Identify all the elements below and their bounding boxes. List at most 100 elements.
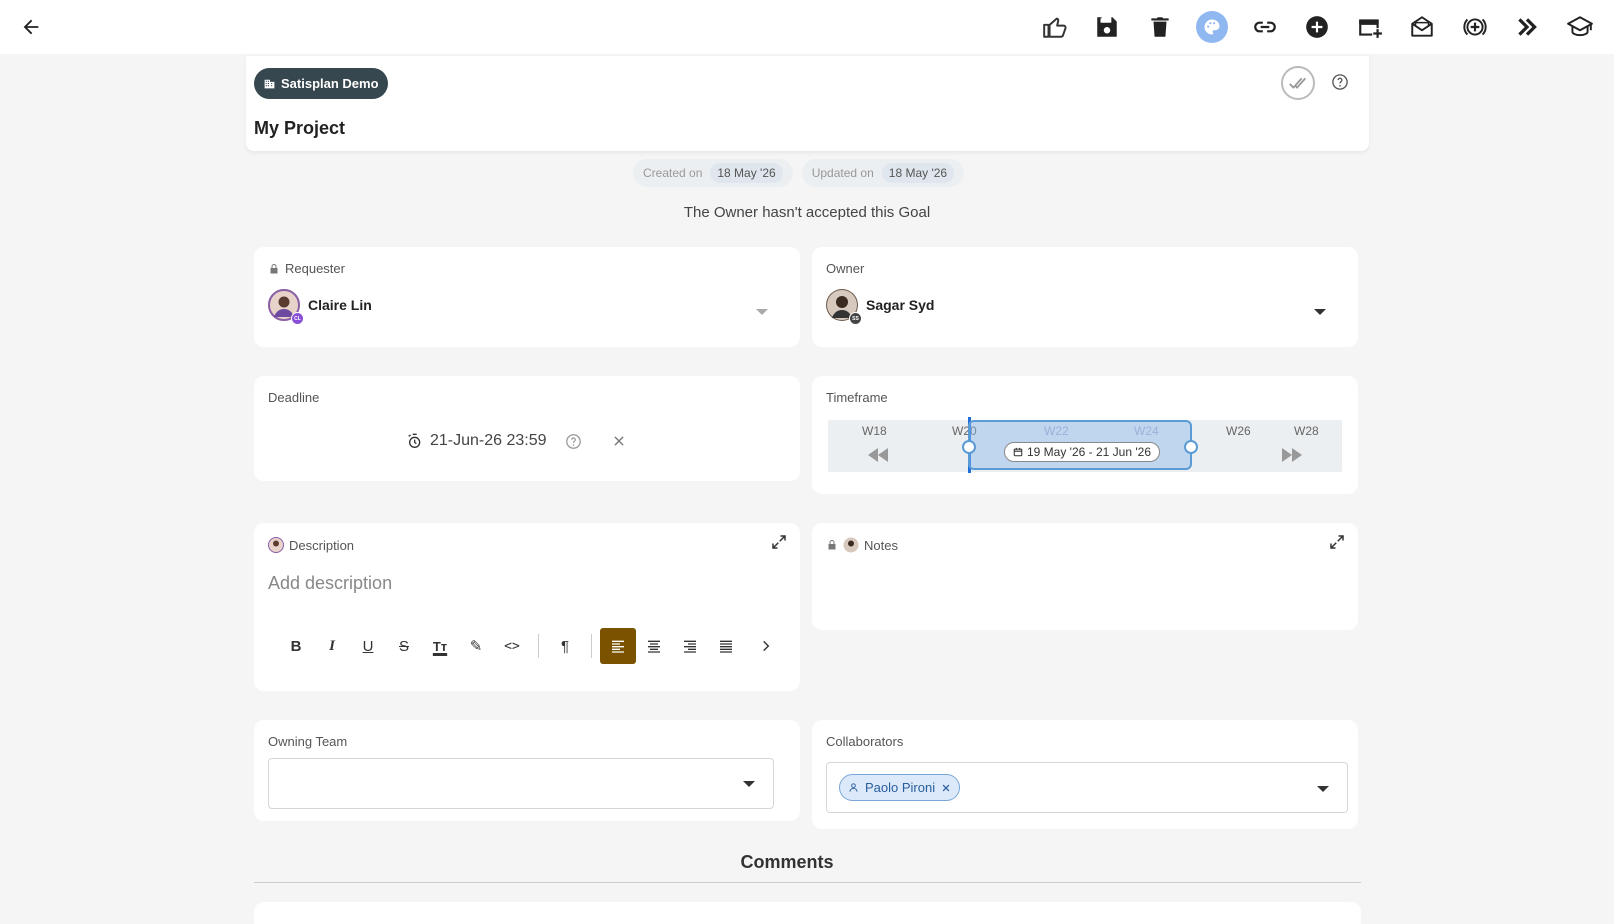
top-toolbar xyxy=(0,0,1614,54)
bold-button[interactable]: B xyxy=(278,628,314,664)
toolbar-divider xyxy=(591,634,592,658)
align-justify-icon xyxy=(720,640,732,653)
palette-icon[interactable] xyxy=(1186,8,1239,46)
owning-team-select[interactable] xyxy=(268,758,774,809)
code-button[interactable]: <> xyxy=(494,628,530,664)
paragraph-button[interactable]: ¶ xyxy=(547,628,583,664)
toolbar-divider xyxy=(538,634,539,658)
requester-label-row: Requester xyxy=(268,261,345,276)
link-icon[interactable] xyxy=(1239,8,1292,46)
organization-name: Satisplan Demo xyxy=(281,76,379,91)
week-label: W26 xyxy=(1226,424,1251,438)
timeframe-label: Timeframe xyxy=(826,390,888,405)
align-center-icon xyxy=(648,640,660,653)
description-card: Description Add description B I U S Tт ✎… xyxy=(254,523,800,691)
notes-card: Notes xyxy=(812,523,1358,630)
text-format-button[interactable]: Tт xyxy=(422,628,458,664)
avatar xyxy=(843,537,859,553)
goal-header-card: Satisplan Demo My Project xyxy=(246,56,1369,151)
requester-label: Requester xyxy=(285,261,345,276)
mail-open-icon[interactable] xyxy=(1396,8,1449,46)
expand-icon[interactable] xyxy=(1328,533,1346,551)
owner-select[interactable]: SS Sagar Syd xyxy=(826,289,935,325)
requester-name: Claire Lin xyxy=(308,297,372,313)
italic-button[interactable]: I xyxy=(314,628,350,664)
organization-chip[interactable]: Satisplan Demo xyxy=(254,68,388,99)
description-label: Description xyxy=(289,537,355,553)
align-left-icon xyxy=(612,640,624,653)
owner-initials-badge: SS xyxy=(849,312,862,325)
avatar: SS xyxy=(826,289,862,325)
chevron-down-icon[interactable] xyxy=(1317,786,1329,792)
strikethrough-button[interactable]: S xyxy=(386,628,422,664)
collaborator-chip[interactable]: Paolo Pironi xyxy=(839,774,961,801)
add-card-icon[interactable] xyxy=(1344,8,1397,46)
more-tools-button[interactable] xyxy=(748,628,784,664)
thumbs-up-icon[interactable] xyxy=(1029,8,1082,46)
save-icon[interactable] xyxy=(1081,8,1134,46)
rewind-icon[interactable] xyxy=(866,448,890,462)
comments-divider xyxy=(254,882,1361,883)
rich-text-toolbar: B I U S Tт ✎ <> ¶ xyxy=(278,628,784,664)
range-start-handle[interactable] xyxy=(962,440,976,454)
close-icon[interactable] xyxy=(612,434,626,448)
chevron-down-icon[interactable] xyxy=(1314,309,1326,315)
expand-icon[interactable] xyxy=(770,533,788,551)
notes-label-row: Notes xyxy=(826,537,898,553)
building-icon xyxy=(264,79,275,89)
chevron-down-icon[interactable] xyxy=(756,309,768,315)
align-center-button[interactable] xyxy=(636,628,672,664)
delete-icon[interactable] xyxy=(1134,8,1187,46)
align-left-button[interactable] xyxy=(600,628,636,664)
chevrons-right-icon[interactable] xyxy=(1501,8,1554,46)
updated-date-chip: Updated on 18 May '26 xyxy=(801,159,965,187)
timer-icon xyxy=(408,433,421,448)
timeframe-range[interactable]: 19 May '26 - 21 Jun '26 xyxy=(962,420,1198,470)
collaborators-select[interactable]: Paolo Pironi xyxy=(826,762,1348,813)
graduation-cap-icon[interactable] xyxy=(1554,8,1607,46)
description-input[interactable]: Add description xyxy=(268,573,392,594)
add-circle-icon[interactable] xyxy=(1291,8,1344,46)
close-icon[interactable] xyxy=(941,783,951,793)
owning-team-label: Owning Team xyxy=(268,734,348,749)
fast-forward-icon[interactable] xyxy=(1280,448,1304,462)
highlight-pen-button[interactable]: ✎ xyxy=(458,628,494,664)
requester-card: Requester CL Claire Lin xyxy=(254,247,800,347)
comments-heading: Comments xyxy=(740,852,834,872)
accept-check-icon[interactable] xyxy=(1281,66,1315,100)
comments-card xyxy=(254,902,1361,924)
date-info-row: Created on 18 May '26 Updated on 18 May … xyxy=(633,159,965,187)
description-label-row: Description xyxy=(268,537,354,553)
owner-name: Sagar Syd xyxy=(866,297,935,313)
deadline-value[interactable]: 21-Jun-26 23:59 xyxy=(430,432,547,450)
align-justify-button[interactable] xyxy=(708,628,744,664)
range-end-handle[interactable] xyxy=(1184,440,1198,454)
back-arrow-icon[interactable] xyxy=(16,12,46,42)
align-right-button[interactable] xyxy=(672,628,708,664)
avatar xyxy=(268,537,284,553)
notes-label: Notes xyxy=(864,537,898,553)
help-icon[interactable] xyxy=(565,433,582,450)
calendar-icon xyxy=(1013,447,1023,457)
help-icon[interactable] xyxy=(1331,73,1349,91)
timeframe-range-text: 19 May '26 - 21 Jun '26 xyxy=(1027,445,1151,459)
owner-label: Owner xyxy=(826,261,865,276)
deadline-label: Deadline xyxy=(268,390,320,405)
requester-initials-badge: CL xyxy=(291,312,304,325)
avatar: CL xyxy=(268,289,304,325)
created-value: 18 May '26 xyxy=(710,163,783,183)
underline-button[interactable]: U xyxy=(350,628,386,664)
person-icon xyxy=(849,783,858,792)
updated-label: Updated on xyxy=(811,166,874,180)
timeframe-timeline[interactable]: W18 W20 W22 W24 W26 W28 19 May '26 - 21 … xyxy=(828,417,1342,473)
owning-team-card: Owning Team xyxy=(254,720,800,821)
timeframe-range-label: 19 May '26 - 21 Jun '26 xyxy=(1004,442,1160,462)
goal-title[interactable]: My Project xyxy=(254,118,345,139)
chevron-down-icon[interactable] xyxy=(743,781,755,787)
requester-select[interactable]: CL Claire Lin xyxy=(268,289,372,325)
goal-status-message: The Owner hasn't accepted this Goal xyxy=(683,204,931,221)
collaborators-label: Collaborators xyxy=(826,734,904,749)
lock-icon xyxy=(828,540,836,550)
target-add-icon[interactable] xyxy=(1449,8,1502,46)
lock-icon xyxy=(270,263,278,273)
